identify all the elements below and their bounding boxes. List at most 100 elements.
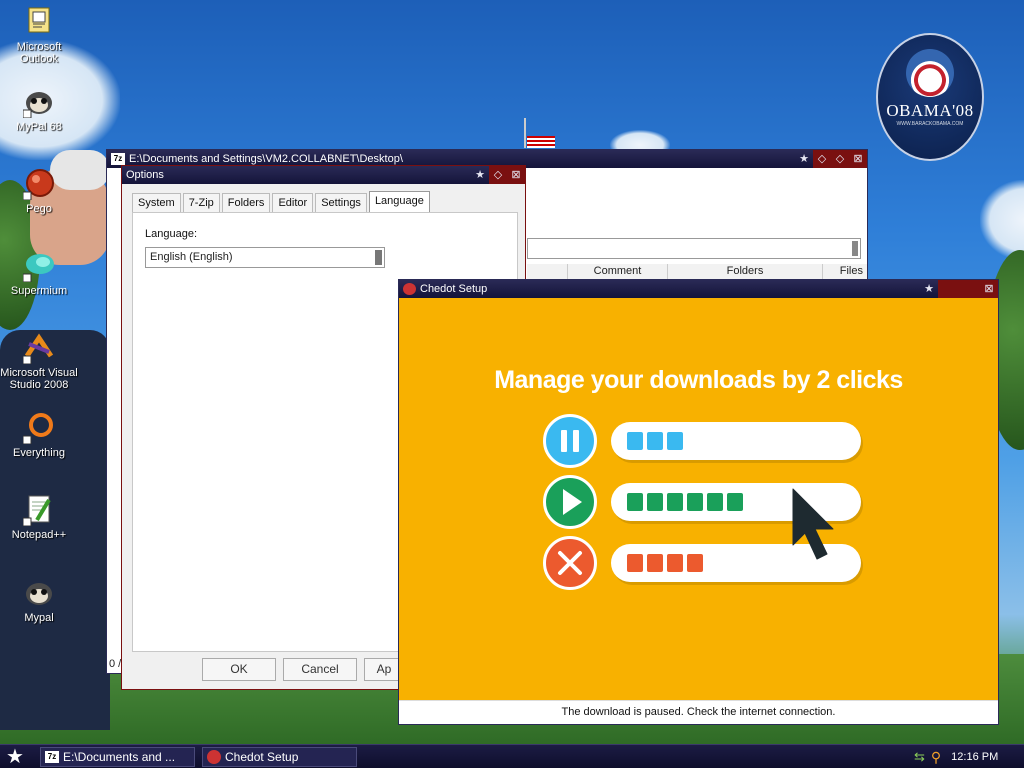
desktop-icon-label: MyPal 68: [16, 121, 62, 133]
desktop-icon-mypal[interactable]: Mypal: [0, 577, 78, 624]
cursor-arrow-icon: [792, 488, 834, 560]
language-label: Language:: [145, 228, 197, 240]
cancel-button[interactable]: Cancel: [283, 658, 357, 681]
visual-studio-icon: [22, 332, 55, 365]
chedot-setup-window: Chedot Setup ★ ⊠ Manage your downloads b…: [398, 279, 999, 725]
progress-block: [667, 554, 683, 572]
star-icon[interactable]: ★: [920, 280, 938, 298]
chedot-icon: [403, 283, 416, 295]
notepadpp-icon: [22, 494, 55, 527]
tab-settings[interactable]: Settings: [315, 193, 367, 212]
pause-icon: [561, 430, 579, 452]
close-icon: [558, 551, 582, 575]
progress-block: [627, 432, 643, 450]
pause-button[interactable]: [543, 414, 597, 468]
cloud: [980, 180, 1024, 260]
progress-block: [667, 493, 683, 511]
options-titlebar[interactable]: Options ★ ◇ ⊠: [122, 166, 525, 184]
setup-headline: Manage your downloads by 2 clicks: [494, 366, 903, 394]
address-field[interactable]: [527, 238, 861, 259]
desktop-icon-label: Pego: [26, 203, 52, 215]
star-icon[interactable]: ★: [795, 150, 813, 168]
setup-status-text: The download is paused. Check the intern…: [399, 700, 998, 724]
taskbar: ★ 7z E:\Documents and ... Chedot Setup ⇆…: [0, 744, 1024, 768]
search-icon[interactable]: ⚲: [931, 749, 941, 766]
column-files[interactable]: Files: [822, 264, 867, 279]
start-star-icon[interactable]: ★: [6, 747, 28, 767]
desktop-icon-visual-studio[interactable]: Microsoft Visual Studio 2008: [0, 332, 78, 391]
window-title: Chedot Setup: [420, 283, 488, 295]
desktop-icon-pego[interactable]: Pego: [0, 168, 78, 215]
desktop-icon-label: Notepad++: [11, 529, 67, 541]
task-label: Chedot Setup: [225, 750, 299, 764]
help-button[interactable]: ◇: [489, 166, 507, 184]
mypal-icon: [22, 86, 55, 119]
progress-block: [647, 432, 663, 450]
desktop-icon-label: Microsoft Outlook: [16, 41, 62, 65]
setup-titlebar[interactable]: Chedot Setup ★ ⊠: [399, 280, 998, 298]
language-select[interactable]: English (English): [145, 247, 385, 268]
clock[interactable]: 12:16 PM: [951, 751, 998, 763]
taskbar-task-chedot[interactable]: Chedot Setup: [202, 747, 357, 767]
taskbar-task-explorer[interactable]: 7z E:\Documents and ...: [40, 747, 195, 767]
tab-system[interactable]: System: [132, 193, 181, 212]
window-title: E:\Documents and Settings\VM2.COLLABNET\…: [129, 153, 403, 165]
flagpole: [524, 118, 526, 148]
desktop-icon-outlook[interactable]: Microsoft Outlook: [0, 6, 78, 65]
play-button[interactable]: [543, 475, 597, 529]
desktop-icon-everything[interactable]: Everything: [0, 412, 78, 459]
play-icon: [563, 489, 582, 515]
network-icon[interactable]: ⇆: [914, 749, 925, 765]
desktop-icon-label: Everything: [13, 447, 65, 459]
task-label: E:\Documents and ...: [63, 750, 176, 764]
progress-block: [647, 554, 663, 572]
progress-block: [667, 432, 683, 450]
chevron-down-icon[interactable]: [375, 250, 382, 265]
tab-folders[interactable]: Folders: [221, 193, 271, 212]
close-button[interactable]: ⊠: [980, 280, 998, 298]
tab-7zip[interactable]: 7-Zip: [182, 193, 220, 212]
mypal-icon: [23, 577, 55, 609]
close-button[interactable]: ⊠: [507, 166, 525, 184]
column-spacer: [527, 264, 567, 279]
desktop-icon-label: Microsoft Visual Studio 2008: [0, 367, 78, 391]
cancel-download-button[interactable]: [543, 536, 597, 590]
star-icon[interactable]: ★: [471, 166, 489, 184]
tab-editor[interactable]: Editor: [272, 193, 314, 212]
minimize-button[interactable]: ◇: [813, 150, 831, 168]
progress-block: [647, 493, 663, 511]
tab-language[interactable]: Language: [368, 191, 430, 212]
window-controls: ⊠: [938, 280, 998, 298]
progress-bar-paused: [611, 422, 861, 460]
options-tabs: System 7-Zip Folders Editor Settings Lan…: [132, 191, 432, 212]
flag: [527, 136, 555, 148]
column-folders[interactable]: Folders: [667, 264, 822, 279]
desktop-icon-label: Supermium: [10, 285, 68, 297]
system-tray: ⇆ ⚲ 12:16 PM: [914, 745, 1024, 768]
everything-icon: [22, 412, 55, 445]
pego-icon: [22, 168, 55, 201]
address-dropdown[interactable]: [852, 241, 858, 256]
progress-block: [627, 554, 643, 572]
ok-button[interactable]: OK: [202, 658, 276, 681]
progress-block: [727, 493, 743, 511]
desktop-icon-supermium[interactable]: Supermium: [0, 250, 78, 297]
outlook-icon: [23, 6, 55, 38]
desktop-icon-mypal68[interactable]: MyPal 68: [0, 86, 78, 133]
close-button[interactable]: ⊠: [849, 150, 867, 168]
window-controls: ◇ ⊠: [489, 166, 525, 184]
column-comment[interactable]: Comment: [567, 264, 667, 279]
obama-badge: OBAMA'08 WWW.BARACKOBAMA.COM: [876, 33, 984, 161]
7zip-icon: 7z: [111, 153, 125, 165]
progress-block: [707, 493, 723, 511]
badge-text: OBAMA'08: [886, 101, 974, 120]
desktop-icon-notepadpp[interactable]: Notepad++: [0, 494, 78, 541]
setup-body: Manage your downloads by 2 clicks: [399, 298, 998, 700]
chedot-icon: [207, 750, 221, 764]
column-headers: Comment Folders Files: [527, 264, 867, 280]
badge-url: WWW.BARACKOBAMA.COM: [896, 121, 964, 127]
progress-block: [687, 493, 703, 511]
maximize-button[interactable]: ◇: [831, 150, 849, 168]
progress-block: [687, 554, 703, 572]
window-controls: ◇ ◇ ⊠: [813, 150, 867, 168]
